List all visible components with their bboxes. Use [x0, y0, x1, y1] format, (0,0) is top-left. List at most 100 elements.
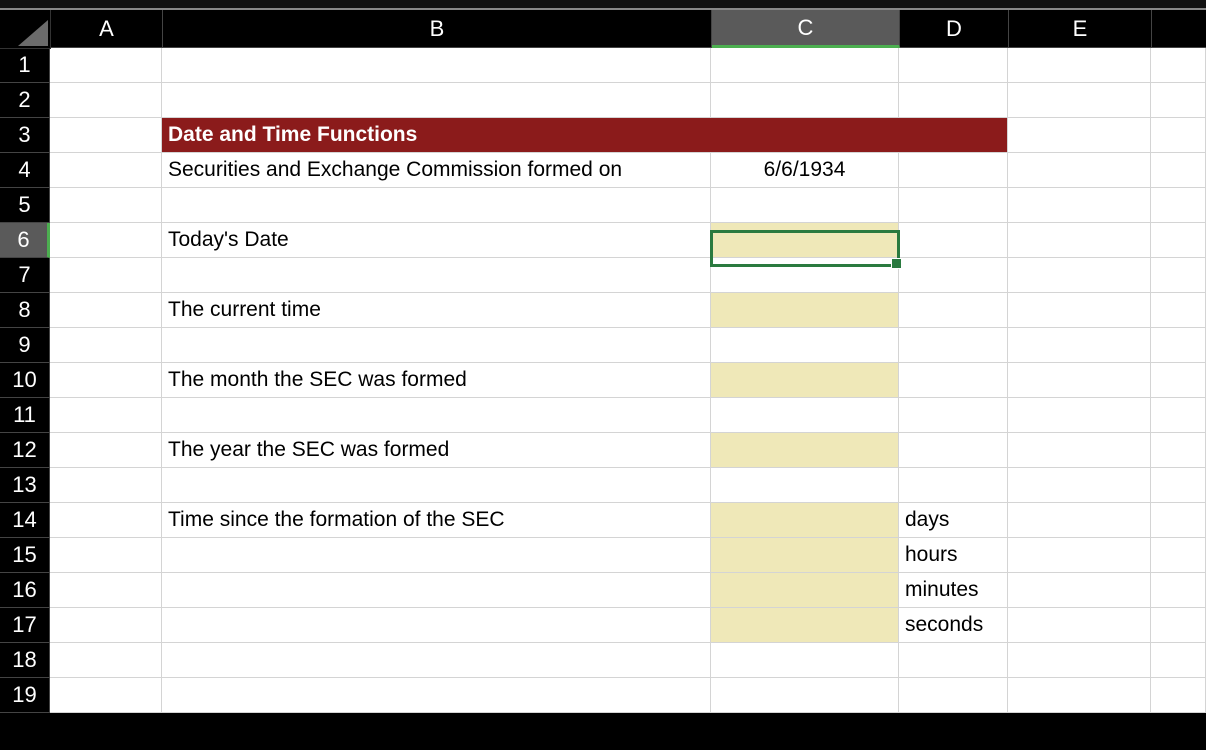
- cell-A9[interactable]: [50, 328, 162, 363]
- cell-B4[interactable]: Securities and Exchange Commission forme…: [162, 153, 711, 188]
- cell-D4[interactable]: [899, 153, 1008, 188]
- cell-F5[interactable]: [1151, 188, 1206, 223]
- cell-A16[interactable]: [50, 573, 162, 608]
- cell-E19[interactable]: [1008, 678, 1151, 713]
- col-header-B[interactable]: B: [163, 10, 712, 48]
- cell-E15[interactable]: [1008, 538, 1151, 573]
- cell-C7[interactable]: [711, 258, 899, 293]
- cell-C18[interactable]: [711, 643, 899, 678]
- row-header-2[interactable]: 2: [0, 83, 50, 118]
- cell-F15[interactable]: [1151, 538, 1206, 573]
- cell-E13[interactable]: [1008, 468, 1151, 503]
- row-header-14[interactable]: 14: [0, 503, 50, 538]
- row-header-18[interactable]: 18: [0, 643, 50, 678]
- cell-A6[interactable]: [50, 223, 162, 258]
- cell-F19[interactable]: [1151, 678, 1206, 713]
- cell-A7[interactable]: [50, 258, 162, 293]
- cell-F3[interactable]: [1151, 118, 1206, 153]
- col-header-D[interactable]: D: [900, 10, 1009, 48]
- cell-D10[interactable]: [899, 363, 1008, 398]
- col-header-A[interactable]: A: [51, 10, 163, 48]
- cell-B10[interactable]: The month the SEC was formed: [162, 363, 711, 398]
- cell-B7[interactable]: [162, 258, 711, 293]
- cell-E16[interactable]: [1008, 573, 1151, 608]
- cell-B6[interactable]: Today's Date: [162, 223, 711, 258]
- cell-E9[interactable]: [1008, 328, 1151, 363]
- cell-A17[interactable]: [50, 608, 162, 643]
- cell-F16[interactable]: [1151, 573, 1206, 608]
- row-header-1[interactable]: 1: [0, 48, 50, 83]
- cell-F9[interactable]: [1151, 328, 1206, 363]
- cell-B19[interactable]: [162, 678, 711, 713]
- cell-B17[interactable]: [162, 608, 711, 643]
- cell-B14[interactable]: Time since the formation of the SEC: [162, 503, 711, 538]
- cell-D12[interactable]: [899, 433, 1008, 468]
- cell-B12[interactable]: The year the SEC was formed: [162, 433, 711, 468]
- cell-F17[interactable]: [1151, 608, 1206, 643]
- cell-A3[interactable]: [50, 118, 162, 153]
- cell-F10[interactable]: [1151, 363, 1206, 398]
- row-header-19[interactable]: 19: [0, 678, 50, 713]
- cell-C19[interactable]: [711, 678, 899, 713]
- cell-A13[interactable]: [50, 468, 162, 503]
- cell-F14[interactable]: [1151, 503, 1206, 538]
- cell-F8[interactable]: [1151, 293, 1206, 328]
- cell-E10[interactable]: [1008, 363, 1151, 398]
- row-header-9[interactable]: 9: [0, 328, 50, 363]
- cell-F13[interactable]: [1151, 468, 1206, 503]
- cell-D7[interactable]: [899, 258, 1008, 293]
- cell-E6[interactable]: [1008, 223, 1151, 258]
- cell-C5[interactable]: [711, 188, 899, 223]
- cell-B9[interactable]: [162, 328, 711, 363]
- cell-E5[interactable]: [1008, 188, 1151, 223]
- row-header-6[interactable]: 6: [0, 223, 50, 258]
- select-all-corner[interactable]: [0, 10, 51, 49]
- cell-A10[interactable]: [50, 363, 162, 398]
- cell-A14[interactable]: [50, 503, 162, 538]
- cell-E7[interactable]: [1008, 258, 1151, 293]
- cell-B13[interactable]: [162, 468, 711, 503]
- cell-B16[interactable]: [162, 573, 711, 608]
- cell-F12[interactable]: [1151, 433, 1206, 468]
- cell-D16[interactable]: minutes: [899, 573, 1008, 608]
- cell-B8[interactable]: The current time: [162, 293, 711, 328]
- cell-B2[interactable]: [162, 83, 711, 118]
- cell-A2[interactable]: [50, 83, 162, 118]
- cell-D5[interactable]: [899, 188, 1008, 223]
- cell-E14[interactable]: [1008, 503, 1151, 538]
- cell-C17[interactable]: [711, 608, 899, 643]
- cell-C1[interactable]: [711, 48, 899, 83]
- cell-B1[interactable]: [162, 48, 711, 83]
- cell-A11[interactable]: [50, 398, 162, 433]
- cell-C14[interactable]: [711, 503, 899, 538]
- cell-D13[interactable]: [899, 468, 1008, 503]
- cell-C6[interactable]: [711, 223, 899, 258]
- cell-C8[interactable]: [711, 293, 899, 328]
- cell-F6[interactable]: [1151, 223, 1206, 258]
- cell-D17[interactable]: seconds: [899, 608, 1008, 643]
- cell-D1[interactable]: [899, 48, 1008, 83]
- cell-C10[interactable]: [711, 363, 899, 398]
- cell-B3-banner[interactable]: Date and Time Functions: [162, 118, 1008, 153]
- cell-D8[interactable]: [899, 293, 1008, 328]
- cell-E2[interactable]: [1008, 83, 1151, 118]
- row-header-13[interactable]: 13: [0, 468, 50, 503]
- row-header-12[interactable]: 12: [0, 433, 50, 468]
- row-header-17[interactable]: 17: [0, 608, 50, 643]
- cell-E12[interactable]: [1008, 433, 1151, 468]
- cell-A15[interactable]: [50, 538, 162, 573]
- col-header-E[interactable]: E: [1009, 10, 1152, 48]
- cell-A8[interactable]: [50, 293, 162, 328]
- row-header-11[interactable]: 11: [0, 398, 50, 433]
- cell-E4[interactable]: [1008, 153, 1151, 188]
- cell-E8[interactable]: [1008, 293, 1151, 328]
- cell-C4[interactable]: 6/6/1934: [711, 153, 899, 188]
- cell-C2[interactable]: [711, 83, 899, 118]
- cell-C11[interactable]: [711, 398, 899, 433]
- col-header-C[interactable]: C: [712, 10, 900, 48]
- cell-D14[interactable]: days: [899, 503, 1008, 538]
- cell-C13[interactable]: [711, 468, 899, 503]
- cell-E17[interactable]: [1008, 608, 1151, 643]
- row-header-7[interactable]: 7: [0, 258, 50, 293]
- cell-B18[interactable]: [162, 643, 711, 678]
